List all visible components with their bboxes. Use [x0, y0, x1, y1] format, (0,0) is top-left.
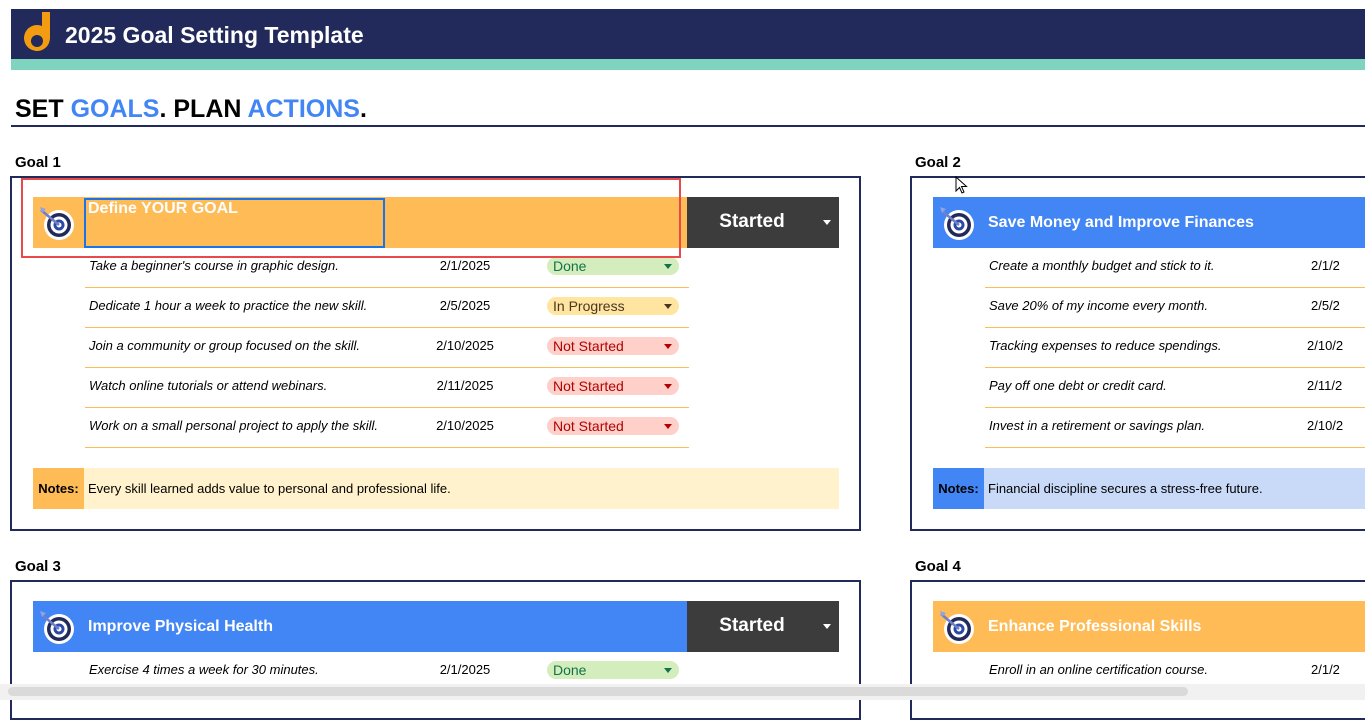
- task-date: 2/5/2: [1311, 298, 1340, 313]
- table-row[interactable]: Tracking expenses to reduce spendings. 2…: [985, 328, 1365, 368]
- task-status-chip[interactable]: Done: [547, 257, 679, 275]
- task-text: Pay off one debt or credit card.: [989, 378, 1167, 393]
- chevron-down-icon: [664, 344, 672, 349]
- task-status-chip[interactable]: In Progress: [547, 297, 679, 315]
- task-text: Save 20% of my income every month.: [989, 298, 1208, 313]
- logo-icon: [24, 12, 50, 51]
- caret-down-icon: [823, 624, 831, 629]
- task-text: Join a community or group focused on the…: [89, 338, 360, 353]
- task-status-chip[interactable]: Done: [547, 661, 679, 679]
- task-date: 2/10/2: [1307, 418, 1344, 433]
- task-text: Dedicate 1 hour a week to practice the n…: [89, 298, 368, 313]
- task-date: 2/10/2025: [436, 418, 494, 433]
- goal-3-status: Started: [719, 615, 785, 636]
- highlight-box: [21, 178, 681, 258]
- task-text: Tracking expenses to reduce spendings.: [989, 338, 1222, 353]
- notes-text[interactable]: Every skill learned adds value to person…: [84, 468, 839, 509]
- task-text: Take a beginner's course in graphic desi…: [89, 258, 339, 273]
- table-row[interactable]: Watch online tutorials or attend webinar…: [85, 368, 689, 408]
- notes-label: Notes:: [33, 468, 84, 509]
- task-date: 2/1/2: [1311, 662, 1340, 677]
- scrollbar-thumb[interactable]: [8, 687, 1188, 696]
- task-status-chip[interactable]: Not Started: [547, 377, 679, 395]
- tagline-divider: [11, 125, 1365, 127]
- table-row[interactable]: Save 20% of my income every month. 2/5/2: [985, 288, 1365, 328]
- goal-1-status-dropdown[interactable]: Started: [687, 197, 839, 248]
- table-row[interactable]: Work on a small personal project to appl…: [85, 408, 689, 448]
- task-date: 2/10/2: [1307, 338, 1344, 353]
- goal-2-label: Goal 2: [915, 154, 961, 171]
- table-row[interactable]: Create a monthly budget and stick to it.…: [985, 248, 1365, 288]
- header-accent-strip: [11, 59, 1365, 70]
- chevron-down-icon: [664, 304, 672, 309]
- horizontal-scrollbar[interactable]: [0, 684, 1365, 700]
- goal-3-status-dropdown[interactable]: Started: [687, 601, 839, 652]
- task-date: 2/1/2: [1311, 258, 1340, 273]
- table-row[interactable]: Pay off one debt or credit card. 2/11/2: [985, 368, 1365, 408]
- task-text: Exercise 4 times a week for 30 minutes.: [89, 662, 319, 677]
- goal-4-title[interactable]: Enhance Professional Skills: [988, 601, 1201, 652]
- caret-down-icon: [823, 220, 831, 225]
- task-date: 2/1/2025: [439, 662, 491, 677]
- goal-3-header[interactable]: Improve Physical Health: [33, 601, 687, 652]
- table-row[interactable]: Dedicate 1 hour a week to practice the n…: [85, 288, 689, 328]
- task-status-chip[interactable]: Not Started: [547, 337, 679, 355]
- goal-1-status: Started: [719, 211, 785, 232]
- row-divider: [985, 447, 1365, 448]
- task-date: 2/5/2025: [439, 298, 491, 313]
- task-text: Invest in a retirement or savings plan.: [989, 418, 1206, 433]
- chevron-down-icon: [664, 424, 672, 429]
- goal-4-label: Goal 4: [915, 558, 961, 575]
- task-text: Work on a small personal project to appl…: [89, 418, 379, 433]
- mouse-cursor-icon: [955, 176, 968, 194]
- task-date: 2/11/2025: [436, 378, 494, 393]
- app-title: 2025 Goal Setting Template: [65, 22, 364, 48]
- goal-3-label: Goal 3: [15, 558, 61, 575]
- goal-4-header[interactable]: Enhance Professional Skills: [933, 601, 1365, 652]
- goal-2-header[interactable]: Save Money and Improve Finances: [933, 197, 1365, 248]
- table-row[interactable]: Join a community or group focused on the…: [85, 328, 689, 368]
- goal-3-title[interactable]: Improve Physical Health: [88, 601, 273, 652]
- goal-2-card: Save Money and Improve Finances Create a…: [910, 176, 1365, 531]
- chevron-down-icon: [664, 384, 672, 389]
- chevron-down-icon: [664, 668, 672, 673]
- chevron-down-icon: [664, 264, 672, 269]
- task-status-chip[interactable]: Not Started: [547, 417, 679, 435]
- notes-label: Notes:: [933, 468, 984, 509]
- target-icon: [940, 207, 974, 240]
- goal-1-label: Goal 1: [15, 154, 61, 171]
- task-date: 2/1/2025: [439, 258, 491, 273]
- goal-1-notes[interactable]: Notes: Every skill learned adds value to…: [33, 468, 839, 509]
- task-text: Enroll in an online certification course…: [989, 662, 1208, 677]
- task-text: Create a monthly budget and stick to it.: [989, 258, 1215, 273]
- task-date: 2/11/2: [1307, 378, 1343, 393]
- goal-2-notes[interactable]: Notes: Financial discipline secures a st…: [933, 468, 1365, 509]
- task-date: 2/10/2025: [436, 338, 494, 353]
- task-text: Watch online tutorials or attend webinar…: [89, 378, 328, 393]
- notes-text[interactable]: Financial discipline secures a stress-fr…: [984, 468, 1365, 509]
- target-icon: [940, 611, 974, 644]
- target-icon: [40, 611, 74, 644]
- tagline: SET GOALS. PLAN ACTIONS.: [15, 95, 367, 123]
- row-divider: [85, 447, 689, 448]
- table-row[interactable]: Invest in a retirement or savings plan. …: [985, 408, 1365, 448]
- goal-2-title[interactable]: Save Money and Improve Finances: [988, 197, 1254, 248]
